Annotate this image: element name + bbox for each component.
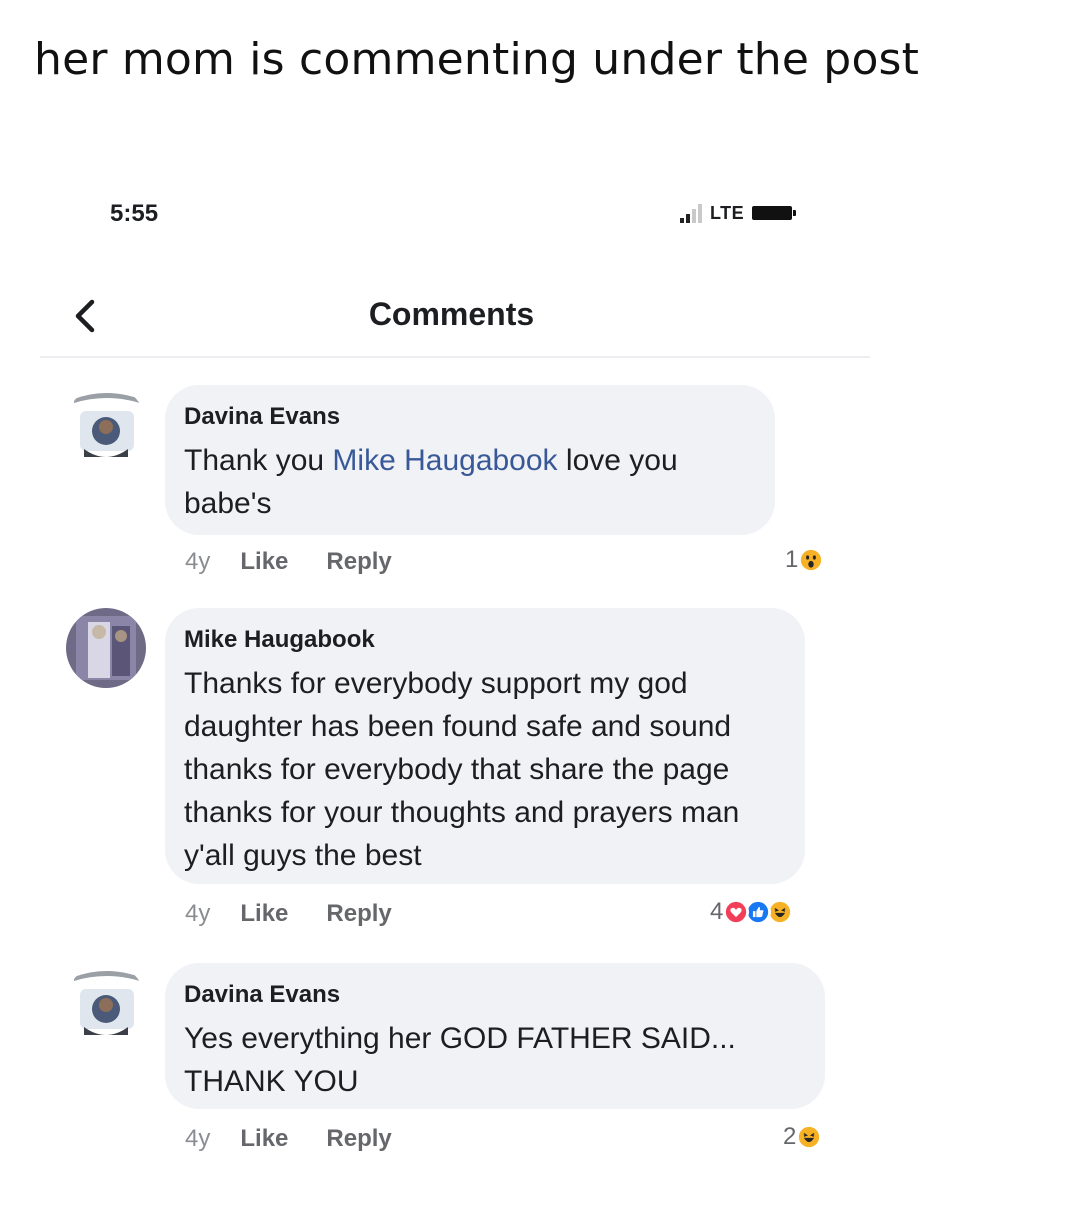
reaction-count: 1	[785, 546, 799, 573]
status-indicators: LTE	[680, 200, 797, 226]
wow-icon	[798, 547, 825, 573]
comments-header: Comments	[40, 278, 870, 358]
reaction-summary[interactable]: 4	[710, 898, 794, 926]
like-icon	[745, 899, 772, 925]
reaction-summary[interactable]: 2	[783, 1123, 823, 1151]
like-button[interactable]: Like	[240, 548, 288, 576]
mention-link[interactable]: Mike Haugabook	[332, 444, 557, 477]
reply-button[interactable]: Reply	[326, 900, 391, 928]
avatar[interactable]	[66, 608, 146, 688]
comment-actions: 4y Like Reply	[185, 900, 392, 928]
comment-bubble: Davina Evans Yes everything her GOD FATH…	[165, 963, 825, 1109]
reply-button[interactable]: Reply	[326, 1125, 391, 1153]
haha-icon	[796, 1124, 823, 1150]
comment-text: Yes everything her GOD FATHER SAID... TH…	[184, 1022, 736, 1098]
comment-bubble: Davina Evans Thank you Mike Haugabook lo…	[165, 385, 775, 535]
comment-age: 4y	[185, 548, 211, 575]
reply-button[interactable]: Reply	[326, 548, 391, 576]
comment-text: Thanks for everybody support my god daug…	[184, 667, 740, 872]
status-time: 5:55	[110, 200, 159, 227]
comment-actions: 4y Like Reply	[185, 548, 392, 576]
comment-author[interactable]: Mike Haugabook	[184, 626, 781, 654]
comment-author[interactable]: Davina Evans	[184, 981, 801, 1009]
page-title: Comments	[368, 296, 535, 332]
comment-actions: 4y Like Reply	[185, 1125, 392, 1153]
meme-caption: her mom is commenting under the post	[34, 34, 920, 85]
signal-icon	[680, 203, 702, 223]
comment-age: 4y	[185, 1125, 211, 1152]
like-button[interactable]: Like	[240, 1125, 288, 1153]
comment-text: Thank you Mike Haugabook love you babe's	[184, 444, 678, 520]
reaction-count: 2	[783, 1123, 797, 1150]
comment-age: 4y	[185, 900, 211, 927]
reaction-count: 4	[710, 898, 724, 925]
network-type: LTE	[710, 202, 745, 223]
comment-bubble: Mike Haugabook Thanks for everybody supp…	[165, 608, 805, 884]
avatar[interactable]	[66, 963, 146, 1043]
reaction-summary[interactable]: 1	[785, 546, 825, 574]
haha-icon	[767, 899, 794, 925]
love-icon	[723, 899, 750, 925]
phone-screenshot: 5:55 LTE Comments Davina Evans Thank you…	[40, 170, 880, 1200]
like-button[interactable]: Like	[240, 900, 288, 928]
comment-author[interactable]: Davina Evans	[184, 403, 751, 431]
avatar[interactable]	[66, 385, 146, 465]
battery-icon	[752, 206, 797, 220]
